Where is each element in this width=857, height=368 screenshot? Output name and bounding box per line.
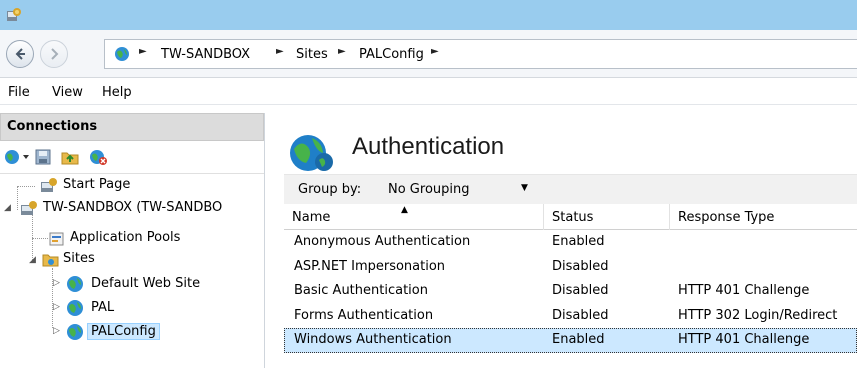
connections-pane: Connections Start Page ◢ TW-SANDBOX (TW-… xyxy=(0,113,265,368)
group-by-select[interactable]: No Grouping xyxy=(388,182,528,197)
cell-status: Disabled xyxy=(552,258,609,274)
cell-response-type: HTTP 401 Challenge xyxy=(678,283,810,298)
connections-tree: Start Page ◢ TW-SANDBOX (TW-SANDBO Appli… xyxy=(0,173,264,368)
table-row[interactable]: Forms Authentication Disabled HTTP 302 L… xyxy=(284,304,857,329)
tree-item-default-web-site[interactable]: Default Web Site xyxy=(91,276,200,291)
start-page-icon xyxy=(41,178,57,192)
back-arrow-icon xyxy=(15,48,25,60)
table-row[interactable]: ASP.NET Impersonation Disabled xyxy=(284,255,857,280)
tree-item-palconfig[interactable]: PALConfig xyxy=(87,323,160,340)
forward-arrow-icon xyxy=(51,48,59,60)
column-header-name-label: Name xyxy=(292,210,331,225)
application-pools-icon xyxy=(49,232,64,246)
cell-status: Enabled xyxy=(552,234,605,249)
cell-status: Disabled xyxy=(552,283,609,298)
globe-icon xyxy=(67,300,83,316)
tree-line xyxy=(52,268,53,328)
globe-icon xyxy=(115,47,129,61)
breadcrumb-server[interactable]: TW-SANDBOX xyxy=(161,47,250,62)
table-row-selected[interactable]: Windows Authentication Enabled HTTP 401 … xyxy=(284,328,857,353)
back-button[interactable] xyxy=(6,40,34,68)
tree-item-server[interactable]: TW-SANDBOX (TW-SANDBO xyxy=(43,200,222,215)
page-title: Authentication xyxy=(352,133,505,160)
tree-line xyxy=(17,186,35,187)
collapse-arrow-icon[interactable]: ◢ xyxy=(29,255,36,265)
globe-icon xyxy=(67,324,83,340)
column-header-response-label: Response Type xyxy=(678,210,775,225)
expand-arrow-icon[interactable]: ▷ xyxy=(53,326,60,336)
chevron-down-icon[interactable]: ▼ xyxy=(521,183,528,193)
tree-item-pal[interactable]: PAL xyxy=(91,300,114,315)
column-header-response-type[interactable]: Response Type xyxy=(670,204,857,230)
expand-arrow-icon[interactable]: ▷ xyxy=(53,302,60,312)
connections-title: Connections xyxy=(7,119,98,134)
folder-up-icon[interactable] xyxy=(60,148,80,166)
tree-item-start-page[interactable]: Start Page xyxy=(63,177,130,192)
menu-view[interactable]: View xyxy=(52,85,83,100)
server-icon xyxy=(21,201,37,215)
cell-status: Enabled xyxy=(552,332,605,347)
iis-manager-icon xyxy=(7,8,21,21)
tree-item-sites[interactable]: Sites xyxy=(63,251,95,266)
menu-bar: File View Help xyxy=(0,79,857,105)
forward-button[interactable] xyxy=(40,40,68,68)
group-by-bar: Group by: No Grouping ▼ xyxy=(284,174,857,204)
globe-icon xyxy=(67,276,83,292)
table-row[interactable]: Anonymous Authentication Enabled xyxy=(284,230,857,255)
address-bar: ► TW-SANDBOX ► Sites ► PALConfig ► xyxy=(0,30,857,78)
connections-toolbar xyxy=(0,141,264,173)
sort-ascending-icon: ▲ xyxy=(401,205,408,215)
save-icon[interactable] xyxy=(34,148,52,166)
tree-line xyxy=(32,238,48,239)
authentication-globe-icon xyxy=(290,135,333,171)
cell-name: Anonymous Authentication xyxy=(294,234,471,249)
disconnect-icon[interactable] xyxy=(88,148,108,166)
breadcrumb[interactable]: ► TW-SANDBOX ► Sites ► PALConfig ► xyxy=(104,39,857,69)
breadcrumb-palconfig[interactable]: PALConfig xyxy=(359,47,424,62)
sites-folder-icon xyxy=(42,254,59,267)
tree-line xyxy=(17,186,18,210)
cell-name: ASP.NET Impersonation xyxy=(294,258,446,274)
table-row[interactable]: Basic Authentication Disabled HTTP 401 C… xyxy=(284,279,857,304)
cell-name: Windows Authentication xyxy=(294,332,452,347)
connect-icon[interactable] xyxy=(4,148,32,166)
authentication-list: Name ▲ Status Response Type Anonymous Au… xyxy=(284,204,857,353)
breadcrumb-separator[interactable]: ► xyxy=(139,46,147,57)
cell-status: Disabled xyxy=(552,307,609,323)
cell-response-type: HTTP 302 Login/Redirect xyxy=(678,307,838,323)
breadcrumb-separator[interactable]: ► xyxy=(431,46,439,57)
list-header: Name ▲ Status Response Type xyxy=(284,204,857,230)
breadcrumb-separator[interactable]: ► xyxy=(276,46,284,57)
cell-name: Forms Authentication xyxy=(294,307,434,323)
column-header-name[interactable]: Name ▲ xyxy=(284,204,544,230)
expand-arrow-icon[interactable]: ▷ xyxy=(53,278,60,288)
breadcrumb-separator[interactable]: ► xyxy=(338,46,346,57)
breadcrumb-sites[interactable]: Sites xyxy=(296,47,328,62)
tree-item-application-pools[interactable]: Application Pools xyxy=(70,230,180,245)
column-header-status[interactable]: Status xyxy=(544,204,670,230)
connections-header: Connections xyxy=(0,113,264,141)
collapse-arrow-icon[interactable]: ◢ xyxy=(4,203,11,213)
cell-response-type: HTTP 401 Challenge xyxy=(678,332,810,347)
window-titlebar xyxy=(0,0,857,30)
column-header-status-label: Status xyxy=(552,210,594,225)
menu-file[interactable]: File xyxy=(8,85,30,100)
feature-pane: Authentication Group by: No Grouping ▼ N… xyxy=(270,113,857,368)
group-by-label: Group by: xyxy=(298,182,362,197)
cell-name: Basic Authentication xyxy=(294,283,428,298)
menu-help[interactable]: Help xyxy=(102,85,132,100)
